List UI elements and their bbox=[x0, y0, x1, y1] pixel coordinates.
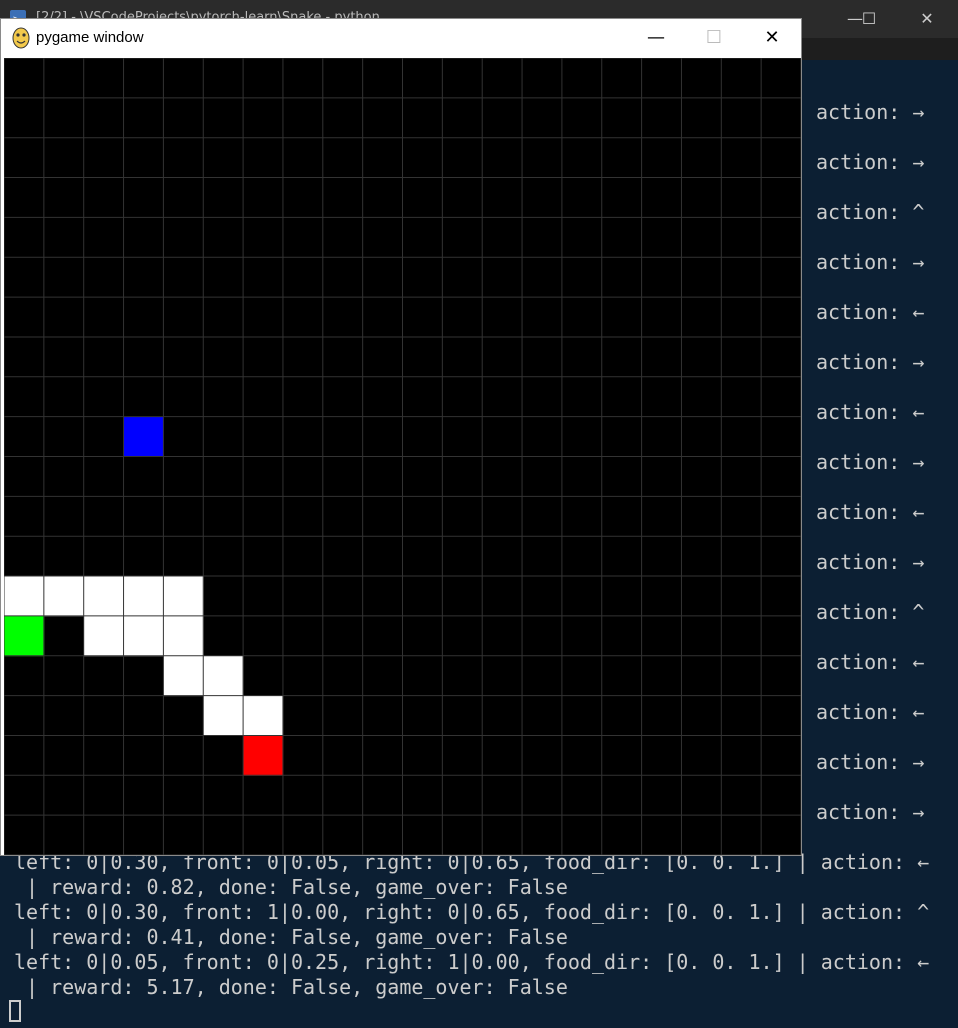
snake-body-segment bbox=[83, 576, 125, 617]
snake-body-segment bbox=[123, 576, 164, 617]
snake-head bbox=[243, 735, 284, 776]
pygame-window-title: pygame window bbox=[36, 29, 144, 46]
pygame-maximize-button[interactable]: ☐ bbox=[685, 19, 743, 57]
terminal-action-line: action: ← bbox=[816, 300, 925, 324]
pygame-snake-icon bbox=[12, 27, 30, 49]
terminal-log-line: | reward: 0.41, done: False, game_over: … bbox=[14, 925, 568, 949]
snake-body-segment bbox=[243, 695, 284, 736]
terminal-log-line: left: 0|0.30, front: 1|0.00, right: 0|0.… bbox=[14, 900, 930, 924]
pygame-minimize-button[interactable]: — bbox=[627, 19, 685, 57]
pygame-titlebar[interactable]: pygame window — ☐ ✕ bbox=[1, 19, 801, 57]
snake-body-segment bbox=[43, 576, 85, 617]
terminal-action-line: action: → bbox=[816, 750, 925, 774]
terminal-action-line: action: ← bbox=[816, 400, 925, 424]
pygame-close-button[interactable]: ✕ bbox=[743, 19, 801, 57]
terminal-maximize-button[interactable]: ☐ bbox=[854, 8, 884, 30]
terminal-action-line: action: → bbox=[816, 450, 925, 474]
terminal-close-button[interactable]: ✕ bbox=[912, 8, 942, 30]
snake-body-segment bbox=[4, 576, 45, 617]
snake-body-segment bbox=[203, 695, 244, 736]
pygame-window[interactable]: pygame window — ☐ ✕ bbox=[0, 18, 802, 856]
terminal-action-line: action: ← bbox=[816, 650, 925, 674]
terminal-action-line: action: → bbox=[816, 350, 925, 374]
blue-obstacle bbox=[123, 416, 164, 457]
terminal-action-line: action: ^ bbox=[816, 600, 925, 624]
terminal-action-line: action: → bbox=[816, 250, 925, 274]
terminal-log-line: left: 0|0.05, front: 0|0.25, right: 1|0.… bbox=[14, 950, 930, 974]
snake-body-segment bbox=[203, 655, 244, 697]
terminal-action-line: action: → bbox=[816, 800, 925, 824]
terminal-action-line: action: → bbox=[816, 550, 925, 574]
snake-body-segment bbox=[163, 655, 204, 697]
terminal-cursor bbox=[9, 1000, 21, 1022]
snake-body-segment bbox=[123, 615, 164, 657]
snake-body-segment bbox=[163, 615, 204, 657]
terminal-action-line: action: → bbox=[816, 150, 925, 174]
terminal-action-line: action: ← bbox=[816, 500, 925, 524]
terminal-log-line: | reward: 0.82, done: False, game_over: … bbox=[14, 875, 568, 899]
terminal-action-line: action: ← bbox=[816, 700, 925, 724]
snake-body-segment bbox=[163, 576, 204, 617]
terminal-log-line: | reward: 5.17, done: False, game_over: … bbox=[14, 975, 568, 999]
terminal-action-line: action: ^ bbox=[816, 200, 925, 224]
food-pellet bbox=[4, 615, 45, 657]
terminal-action-line: action: → bbox=[816, 100, 925, 124]
snake-body-segment bbox=[83, 615, 125, 657]
game-canvas[interactable] bbox=[4, 58, 801, 855]
